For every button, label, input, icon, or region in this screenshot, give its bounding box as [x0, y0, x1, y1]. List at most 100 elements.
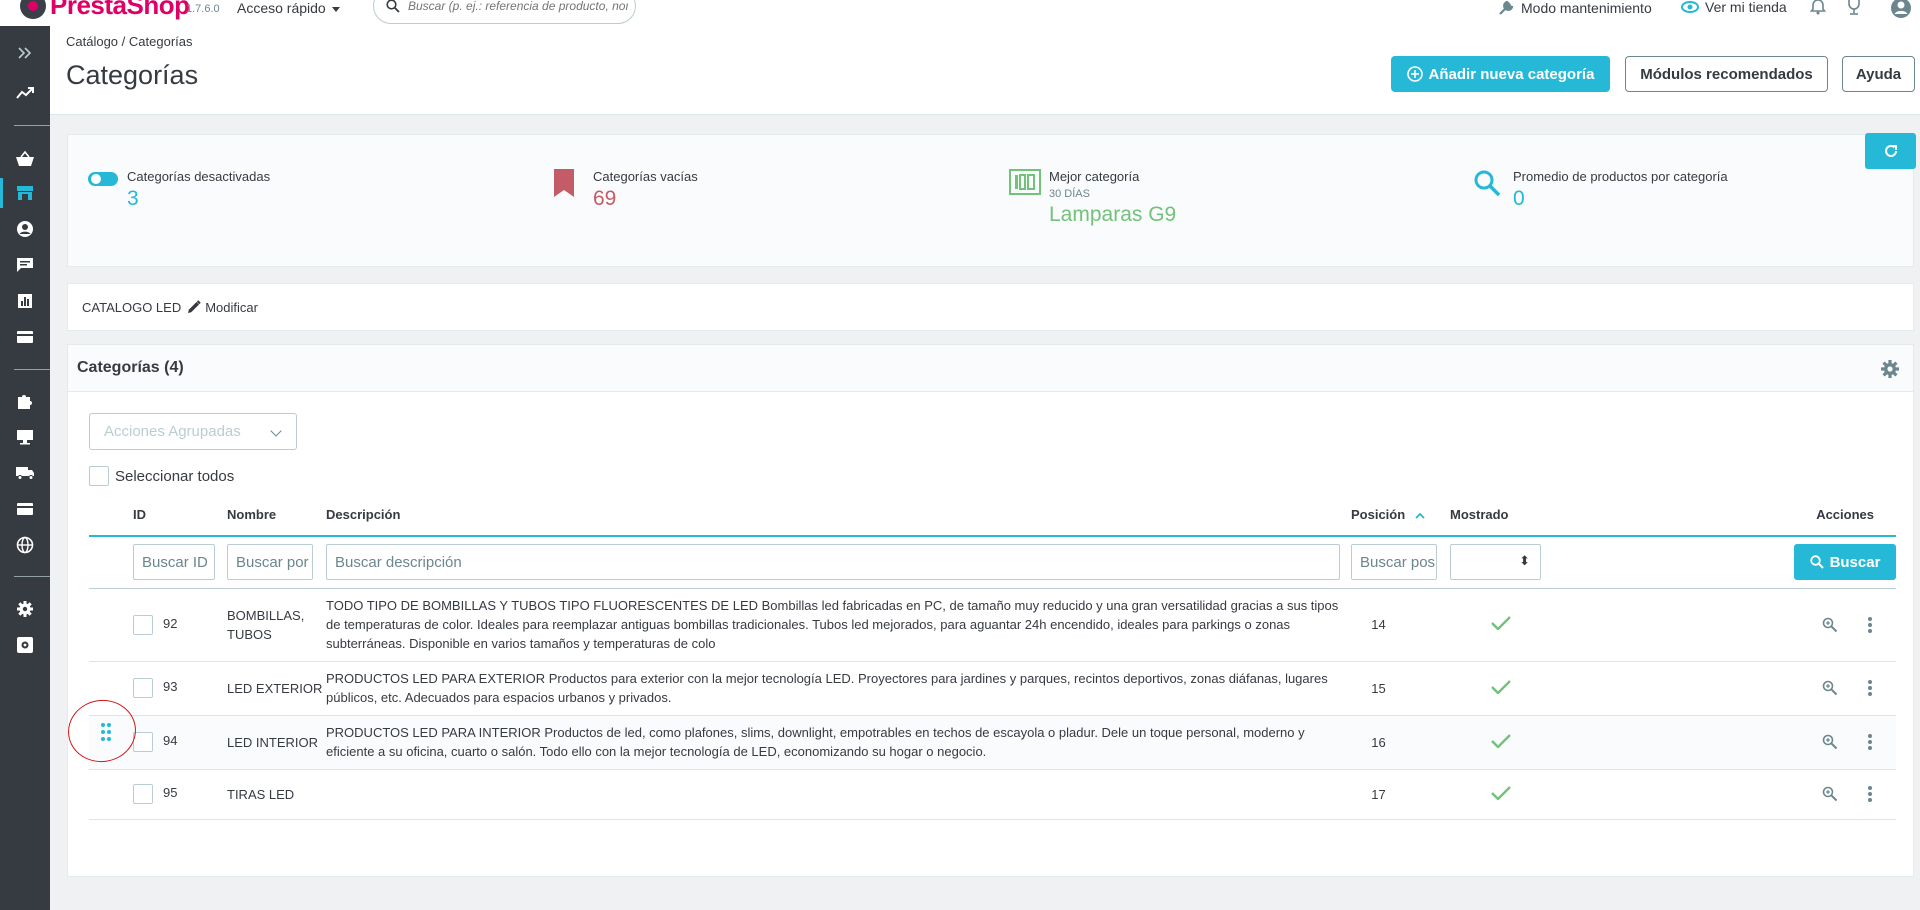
- row-spacer: [89, 769, 133, 820]
- view-icon[interactable]: [1822, 786, 1838, 802]
- maintenance-label: Modo mantenimiento: [1521, 0, 1652, 16]
- sidebar-item-dashboard[interactable]: [0, 78, 50, 108]
- kpi-panel: Categorías desactivadas 3 Categorías vac…: [67, 134, 1914, 267]
- filter-position-input[interactable]: [1351, 544, 1437, 581]
- view-icon[interactable]: [1822, 734, 1838, 750]
- recommended-modules-button[interactable]: Módulos recomendados: [1625, 56, 1828, 92]
- check-icon[interactable]: [1491, 733, 1511, 749]
- help-button[interactable]: Ayuda: [1842, 56, 1915, 92]
- row-shown[interactable]: [1450, 661, 1552, 716]
- kpi-refresh-button[interactable]: [1865, 133, 1916, 169]
- col-id[interactable]: ID: [133, 494, 227, 537]
- col-position[interactable]: Posición: [1351, 494, 1450, 537]
- view-icon[interactable]: [1822, 680, 1838, 696]
- config-icon: [17, 637, 33, 653]
- sidebar-item-modules[interactable]: [0, 386, 50, 416]
- sidebar-item-shipping[interactable]: [0, 458, 50, 488]
- sidebar-item-customers[interactable]: [0, 214, 50, 244]
- row-checkbox[interactable]: [133, 614, 153, 635]
- search-button[interactable]: Buscar: [1794, 544, 1896, 581]
- row-actions: [1552, 661, 1896, 716]
- kpi-label: Categorías vacías: [593, 169, 698, 184]
- select-all-checkbox[interactable]: [89, 466, 109, 486]
- row-position[interactable]: 16: [1351, 715, 1450, 770]
- sidebar-toggle[interactable]: [0, 38, 50, 68]
- breadcrumb-catalog[interactable]: Catálogo: [66, 34, 118, 49]
- kpi-value[interactable]: 69: [593, 187, 698, 211]
- col-name[interactable]: Nombre: [227, 494, 326, 537]
- row-name[interactable]: LED EXTERIOR: [227, 661, 326, 716]
- row-name[interactable]: BOMBILLAS, TUBOS: [227, 588, 326, 662]
- kpi-icon-wrap: [553, 169, 593, 211]
- table-row[interactable]: 95 TIRAS LED 17: [89, 769, 1896, 820]
- more-actions-icon[interactable]: [1868, 616, 1872, 633]
- sidebar: [0, 26, 50, 910]
- table-row[interactable]: 92 BOMBILLAS, TUBOS TODO TIPO DE BOMBILL…: [89, 588, 1896, 662]
- maintenance-link[interactable]: Modo mantenimiento: [1497, 0, 1652, 17]
- row-shown[interactable]: [1450, 769, 1552, 820]
- row-name[interactable]: TIRAS LED: [227, 769, 326, 820]
- trend-icon: [16, 87, 34, 99]
- bell-icon[interactable]: [1810, 0, 1826, 15]
- check-icon[interactable]: [1491, 679, 1511, 695]
- edit-category-link[interactable]: Modificar: [187, 300, 258, 315]
- kpi-average-products: Promedio de productos por categoría 0: [1473, 169, 1728, 211]
- breadcrumb-categories[interactable]: Categorías: [129, 34, 193, 49]
- col-description[interactable]: Descripción: [326, 494, 1351, 537]
- filter-id-input[interactable]: [133, 544, 215, 581]
- check-icon[interactable]: [1491, 616, 1511, 631]
- select-all[interactable]: Seleccionar todos: [89, 466, 234, 486]
- filter-shown-select[interactable]: [1450, 544, 1541, 581]
- table-row[interactable]: 94 LED INTERIOR PRODUCTOS LED PARA INTER…: [89, 715, 1896, 770]
- prestashop-logo[interactable]: PrestaShop: [20, 0, 190, 21]
- check-icon[interactable]: [1491, 785, 1511, 801]
- view-store-link[interactable]: Ver mi tienda: [1681, 0, 1787, 15]
- table-row[interactable]: 93 LED EXTERIOR PRODUCTOS LED PARA EXTER…: [89, 661, 1896, 716]
- kpi-value[interactable]: Lamparas G9: [1049, 203, 1176, 227]
- view-icon[interactable]: [1822, 617, 1838, 633]
- row-spacer: [89, 588, 133, 662]
- more-actions-icon[interactable]: [1868, 734, 1872, 750]
- trophy-icon[interactable]: [1846, 0, 1862, 17]
- row-position[interactable]: 17: [1351, 769, 1450, 820]
- sidebar-item-advanced[interactable]: [0, 630, 50, 660]
- sidebar-item-messages[interactable]: [0, 250, 50, 280]
- quick-access-menu[interactable]: Acceso rápido: [237, 0, 340, 16]
- row-checkbox[interactable]: [133, 784, 153, 804]
- sidebar-item-catalog[interactable]: [0, 178, 50, 208]
- row-description: TODO TIPO DE BOMBILLAS Y TUBOS TIPO FLUO…: [326, 588, 1351, 662]
- kpi-value[interactable]: 0: [1513, 187, 1728, 211]
- sort-up-icon[interactable]: [1415, 512, 1425, 519]
- sidebar-item-orders[interactable]: [0, 144, 50, 174]
- sidebar-item-settings[interactable]: [0, 594, 50, 624]
- kpi-empty-categories: Categorías vacías 69: [553, 169, 698, 211]
- bulk-actions-dropdown[interactable]: Acciones Agrupadas: [89, 413, 297, 450]
- more-actions-icon[interactable]: [1868, 786, 1872, 802]
- filter-name-input[interactable]: [227, 544, 313, 581]
- row-shown[interactable]: [1450, 715, 1552, 770]
- col-shown[interactable]: Mostrado: [1450, 494, 1552, 537]
- sidebar-item-payments[interactable]: [0, 322, 50, 352]
- global-search-input[interactable]: [408, 0, 628, 13]
- settings-gear-icon[interactable]: [1880, 359, 1900, 379]
- sidebar-item-payment-methods[interactable]: [0, 494, 50, 524]
- row-checkbox[interactable]: [133, 678, 153, 698]
- sidebar-item-design[interactable]: [0, 422, 50, 452]
- more-actions-icon[interactable]: [1868, 680, 1872, 696]
- row-id: 92: [163, 615, 178, 631]
- sidebar-item-stats[interactable]: [0, 286, 50, 316]
- row-description: PRODUCTOS LED PARA INTERIOR Productos de…: [326, 715, 1351, 770]
- sidebar-item-international[interactable]: [0, 530, 50, 560]
- global-search[interactable]: [373, 0, 636, 24]
- add-category-button[interactable]: Añadir nueva categoría: [1391, 56, 1610, 92]
- eye-icon: [1681, 1, 1699, 13]
- row-position[interactable]: 15: [1351, 661, 1450, 716]
- kpi-value[interactable]: 3: [127, 187, 270, 211]
- row-shown[interactable]: [1450, 588, 1552, 662]
- row-name[interactable]: LED INTERIOR: [227, 715, 326, 770]
- row-checkbox[interactable]: [133, 732, 153, 752]
- avatar-icon[interactable]: [1890, 0, 1912, 19]
- filter-description-input[interactable]: [326, 544, 1340, 581]
- row-position[interactable]: 14: [1351, 588, 1450, 662]
- user-icon: [17, 221, 33, 237]
